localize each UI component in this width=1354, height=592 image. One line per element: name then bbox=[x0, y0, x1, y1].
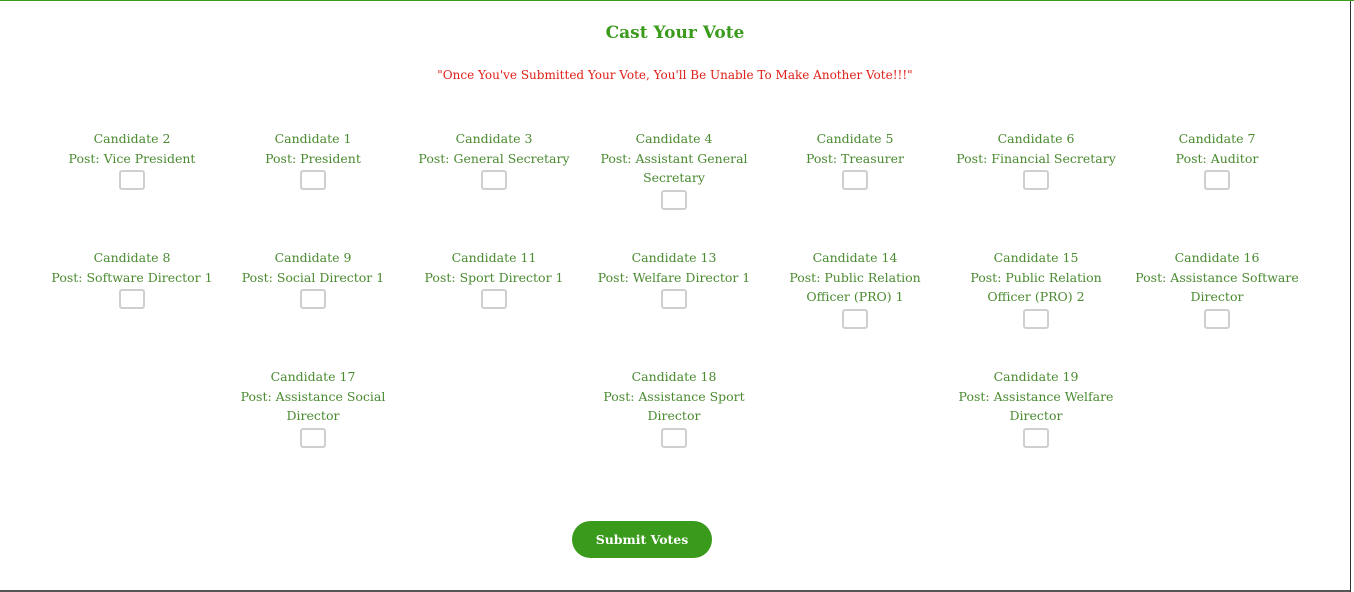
vote-checkbox[interactable] bbox=[119, 170, 145, 190]
candidate-post: Post: Assistance Sport Director bbox=[603, 388, 745, 424]
candidate-card: Candidate 1 Post: President bbox=[228, 129, 398, 190]
candidate-name: Candidate 19 bbox=[993, 369, 1079, 384]
candidate-name: Candidate 13 bbox=[631, 250, 717, 265]
vote-checkbox[interactable] bbox=[481, 289, 507, 309]
candidate-card: Candidate 13 Post: Welfare Director 1 bbox=[589, 248, 759, 309]
vote-checkbox[interactable] bbox=[1204, 170, 1230, 190]
candidate-name: Candidate 18 bbox=[631, 369, 717, 384]
candidate-name: Candidate 8 bbox=[93, 250, 171, 265]
window-edge bbox=[1350, 1, 1351, 592]
candidate-name: Candidate 9 bbox=[274, 250, 352, 265]
candidate-post: Post: President bbox=[265, 150, 361, 166]
vote-checkbox[interactable] bbox=[842, 170, 868, 190]
candidate-name: Candidate 6 bbox=[997, 131, 1075, 146]
candidate-post: Post: Sport Director 1 bbox=[424, 269, 564, 285]
candidate-card: Candidate 19 Post: Assistance Welfare Di… bbox=[951, 367, 1121, 448]
candidate-name: Candidate 3 bbox=[455, 131, 533, 146]
candidate-name: Candidate 14 bbox=[812, 250, 898, 265]
vote-checkbox[interactable] bbox=[1204, 308, 1230, 329]
candidate-name: Candidate 16 bbox=[1174, 250, 1260, 265]
candidate-card: Candidate 15 Post: Public Relation Offic… bbox=[951, 248, 1121, 329]
candidate-card: Candidate 11 Post: Sport Director 1 bbox=[409, 248, 579, 309]
candidate-post: Post: Treasurer bbox=[805, 150, 905, 166]
vote-checkbox[interactable] bbox=[1023, 170, 1049, 190]
candidate-post: Post: Assistance Software Director bbox=[1135, 269, 1299, 305]
candidate-card: Candidate 2 Post: Vice President bbox=[47, 129, 217, 190]
candidate-post: Post: Public Relation Officer (PRO) 2 bbox=[970, 269, 1102, 305]
vote-page: Cast Your Vote "Once You've Submitted Yo… bbox=[0, 0, 1354, 592]
candidate-name: Candidate 11 bbox=[451, 250, 537, 265]
candidate-post: Post: Software Director 1 bbox=[51, 269, 213, 285]
candidate-post: Post: Assistance Welfare Director bbox=[958, 388, 1114, 424]
candidate-post: Post: Public Relation Officer (PRO) 1 bbox=[789, 269, 921, 305]
candidate-post: Post: Vice President bbox=[68, 150, 196, 166]
vote-checkbox[interactable] bbox=[661, 189, 687, 210]
candidate-card: Candidate 8 Post: Software Director 1 bbox=[47, 248, 217, 309]
candidate-card: Candidate 4 Post: Assistant General Secr… bbox=[589, 129, 759, 210]
candidate-card: Candidate 5 Post: Treasurer bbox=[770, 129, 940, 190]
vote-checkbox[interactable] bbox=[842, 308, 868, 329]
page-title: Cast Your Vote bbox=[605, 23, 745, 43]
candidate-name: Candidate 5 bbox=[816, 131, 894, 146]
vote-checkbox[interactable] bbox=[661, 427, 687, 448]
candidate-name: Candidate 2 bbox=[93, 131, 171, 146]
candidate-name: Candidate 17 bbox=[270, 369, 356, 384]
candidate-name: Candidate 4 bbox=[635, 131, 713, 146]
candidate-card: Candidate 14 Post: Public Relation Offic… bbox=[770, 248, 940, 329]
vote-checkbox[interactable] bbox=[1023, 427, 1049, 448]
candidate-post: Post: Assistance Social Director bbox=[240, 388, 386, 424]
candidate-card: Candidate 16 Post: Assistance Software D… bbox=[1132, 248, 1302, 329]
vote-checkbox[interactable] bbox=[661, 289, 687, 309]
candidate-card: Candidate 9 Post: Social Director 1 bbox=[228, 248, 398, 309]
vote-checkbox[interactable] bbox=[1023, 308, 1049, 329]
vote-checkbox[interactable] bbox=[300, 289, 326, 309]
candidate-post: Post: Social Director 1 bbox=[241, 269, 385, 285]
submit-votes-button[interactable]: Submit Votes bbox=[572, 521, 712, 558]
vote-checkbox[interactable] bbox=[300, 170, 326, 190]
vote-checkbox[interactable] bbox=[300, 427, 326, 448]
candidate-post: Post: General Secretary bbox=[418, 150, 570, 166]
vote-checkbox[interactable] bbox=[481, 170, 507, 190]
candidate-post: Post: Welfare Director 1 bbox=[597, 269, 751, 285]
candidate-card: Candidate 17 Post: Assistance Social Dir… bbox=[228, 367, 398, 448]
candidate-post: Post: Financial Secretary bbox=[956, 150, 1116, 166]
candidate-post: Post: Auditor bbox=[1175, 150, 1259, 166]
candidate-card: Candidate 7 Post: Auditor bbox=[1132, 129, 1302, 190]
candidate-card: Candidate 18 Post: Assistance Sport Dire… bbox=[589, 367, 759, 448]
candidate-name: Candidate 1 bbox=[274, 131, 352, 146]
candidate-name: Candidate 15 bbox=[993, 250, 1079, 265]
candidate-post: Post: Assistant General Secretary bbox=[600, 150, 748, 186]
vote-checkbox[interactable] bbox=[119, 289, 145, 309]
vote-warning: "Once You've Submitted Your Vote, You'll… bbox=[437, 68, 913, 82]
candidate-card: Candidate 3 Post: General Secretary bbox=[409, 129, 579, 190]
candidate-name: Candidate 7 bbox=[1178, 131, 1256, 146]
candidate-card: Candidate 6 Post: Financial Secretary bbox=[951, 129, 1121, 190]
